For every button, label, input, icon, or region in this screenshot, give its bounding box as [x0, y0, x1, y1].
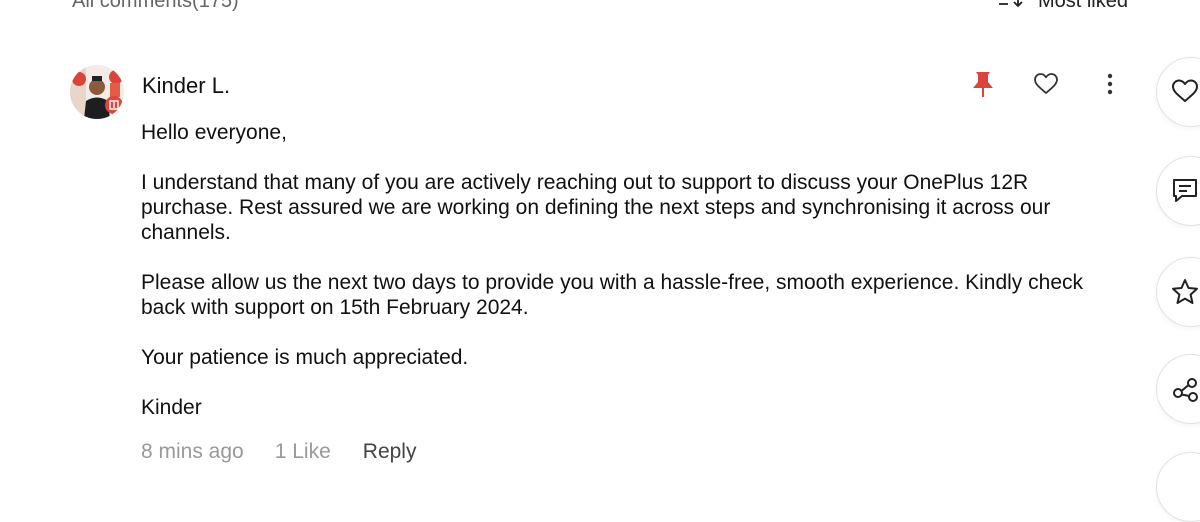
rail-favorite-button[interactable] [1156, 257, 1200, 327]
comment-signature: Kinder [141, 396, 202, 419]
comment-paragraph: Please allow us the next two days to pro… [141, 271, 1083, 319]
heart-icon [1172, 79, 1198, 102]
comment-author[interactable]: Kinder L. [142, 73, 230, 99]
comment-paragraph: I understand that many of you are active… [141, 171, 1051, 244]
rail-like-button[interactable] [1156, 57, 1200, 127]
comment-body: Hello everyone, I understand that many o… [141, 120, 1101, 420]
pin-icon [969, 70, 997, 98]
comment-paragraph: Your patience is much appreciated. [141, 346, 469, 369]
sort-label: Most liked [1037, 0, 1128, 12]
reply-button[interactable]: Reply [363, 440, 417, 464]
share-icon [1173, 378, 1198, 402]
more-vertical-icon[interactable] [1096, 70, 1124, 98]
rail-comment-button[interactable] [1156, 156, 1200, 226]
comment-footer: 8 mins ago 1 Like Reply [141, 440, 416, 464]
sort-icon [998, 0, 1024, 12]
comment-timestamp: 8 mins ago [141, 440, 244, 463]
like-count[interactable]: 1 Like [275, 440, 331, 464]
comments-count-label: All comments(175) [72, 0, 239, 12]
rail-extra-button[interactable] [1156, 452, 1200, 522]
rail-share-button[interactable] [1156, 354, 1200, 424]
avatar[interactable] [70, 65, 124, 119]
heart-icon[interactable] [1032, 70, 1060, 98]
comment-icon [1173, 179, 1197, 202]
comment-paragraph: Hello everyone, [141, 121, 287, 144]
star-icon [1172, 279, 1198, 304]
sort-dropdown[interactable]: Most liked [998, 0, 1128, 13]
